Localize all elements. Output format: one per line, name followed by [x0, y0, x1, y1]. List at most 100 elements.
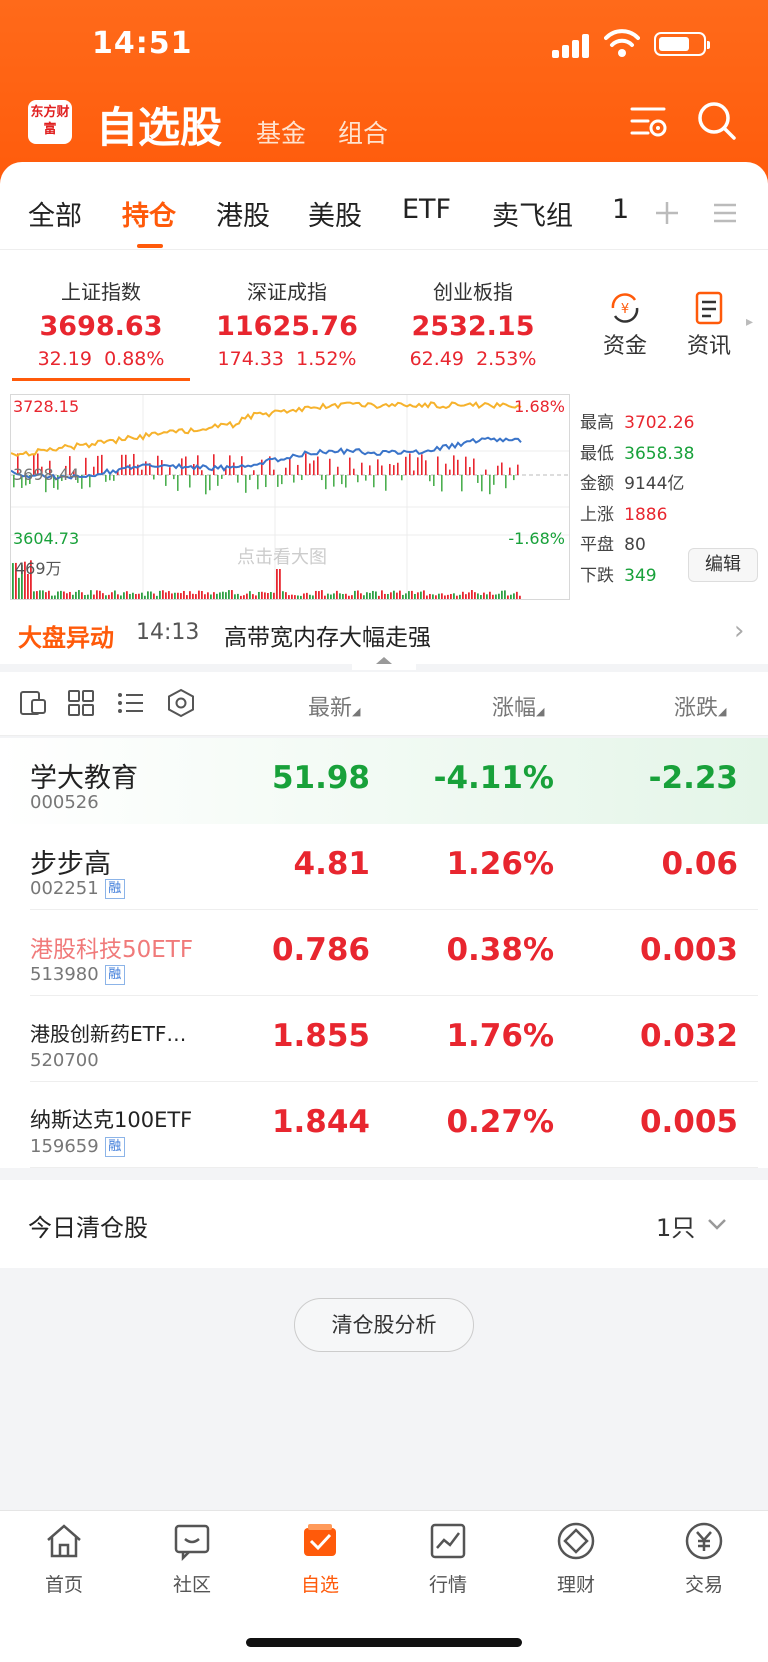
change-bar — [121, 454, 123, 475]
volume-bar — [423, 590, 425, 599]
index-pct: 1.52% — [296, 348, 357, 370]
volume-bar — [486, 594, 488, 599]
volume-bar — [306, 592, 308, 599]
volume-bar — [261, 591, 263, 599]
volume-bar — [444, 595, 446, 599]
nav-trade[interactable]: 交易 — [654, 1520, 754, 1597]
volume-bar — [195, 594, 197, 599]
settings-list-icon[interactable] — [630, 104, 668, 140]
diamond-icon — [557, 1522, 595, 1560]
nav-community[interactable]: 社区 — [142, 1520, 242, 1597]
change-bar — [441, 475, 443, 492]
edit-button[interactable]: 编辑 — [688, 548, 758, 582]
settings-hex-icon[interactable] — [166, 688, 196, 718]
change-bar — [85, 457, 87, 475]
index-value: 2532.15 — [411, 311, 535, 342]
tab-portfolio[interactable]: 组合 — [338, 114, 388, 150]
index-shanghai[interactable]: 上证指数 3698.63 32.19 0.88% — [16, 276, 196, 370]
change-bar — [217, 475, 219, 486]
change-bar — [405, 456, 407, 475]
volume-bar — [333, 593, 335, 599]
volume-bar — [477, 593, 479, 599]
tab-sold-group[interactable]: 卖飞组 — [492, 194, 573, 233]
volume-bar — [381, 590, 383, 599]
change-bar — [305, 453, 307, 475]
tab-menu-icon[interactable] — [712, 202, 738, 224]
stat-amount: 金额 9144亿 — [580, 474, 685, 494]
col-pct[interactable]: 涨幅◢ — [492, 690, 544, 722]
grid-view-icon[interactable] — [66, 688, 96, 718]
page-title: 自选股 — [96, 103, 223, 152]
volume-bar — [351, 595, 353, 599]
stat-up: 上涨 1886 — [580, 504, 668, 525]
tab-us-stocks[interactable]: 美股 — [308, 194, 362, 233]
volume-bar — [438, 593, 440, 599]
news-button[interactable]: 资讯 — [674, 290, 744, 360]
volume-bar — [492, 594, 494, 599]
change-bar — [277, 475, 279, 487]
funds-button[interactable]: ¥ 资金 — [590, 290, 660, 360]
nav-watchlist[interactable]: 自选 — [270, 1520, 370, 1597]
stock-pct: 1.76% — [446, 1018, 554, 1054]
stock-pct: 0.27% — [446, 1104, 554, 1140]
tab-hk-stocks[interactable]: 港股 — [216, 194, 270, 233]
change-bar — [89, 475, 91, 488]
change-bar — [417, 457, 419, 475]
card-view-icon[interactable] — [18, 688, 48, 718]
stock-row[interactable]: 港股创新药ETF… 520700 1.855 1.76% 0.032 — [0, 996, 768, 1082]
funds-label: 资金 — [602, 334, 647, 359]
battery-icon — [654, 32, 710, 56]
add-tab-icon[interactable] — [654, 200, 680, 226]
volume-bar — [363, 595, 365, 599]
volume-bar — [207, 592, 209, 599]
collapse-toggle[interactable] — [352, 650, 416, 670]
nav-market[interactable]: 行情 — [398, 1520, 498, 1597]
change-bar — [465, 456, 467, 475]
stock-row[interactable]: 纳斯达克100ETF 159659 融 1.844 0.27% 0.005 — [0, 1082, 768, 1168]
volume-bar — [435, 595, 437, 599]
list-view-icon[interactable] — [116, 688, 146, 718]
col-latest[interactable]: 最新◢ — [308, 690, 360, 722]
nav-home[interactable]: 首页 — [14, 1520, 114, 1597]
search-icon[interactable] — [696, 100, 738, 142]
change-bar — [129, 464, 131, 475]
index-chinext[interactable]: 创业板指 2532.15 62.49 2.53% — [388, 276, 568, 370]
tab-funds[interactable]: 基金 — [256, 114, 306, 150]
clearance-analysis-button[interactable]: 清仓股分析 — [294, 1298, 474, 1352]
volume-bar — [12, 563, 14, 599]
volume-bar — [78, 590, 80, 599]
change-bar — [485, 469, 487, 475]
stock-row[interactable]: 学大教育 000526 51.98 -4.11% -2.23 — [0, 738, 768, 824]
volume-bar — [252, 594, 254, 599]
col-change[interactable]: 涨跌◢ — [674, 690, 726, 722]
tab-1[interactable]: 1 — [612, 194, 629, 225]
change-bar — [105, 475, 107, 482]
index-line-yellow — [11, 401, 522, 457]
volume-bar — [192, 593, 194, 599]
clearance-row[interactable]: 今日清仓股 1只 — [0, 1180, 768, 1268]
volume-bar — [459, 594, 461, 599]
change-bar — [113, 475, 115, 481]
index-shenzhen[interactable]: 深证成指 11625.76 174.33 1.52% — [202, 276, 382, 370]
more-arrow-icon[interactable]: ▸ — [746, 314, 753, 330]
stock-row[interactable]: 步步高 002251 融 4.81 1.26% 0.06 — [0, 824, 768, 910]
volume-bar — [417, 592, 419, 599]
tab-etf[interactable]: ETF — [402, 194, 451, 225]
nav-wealth[interactable]: 理财 — [526, 1520, 626, 1597]
stock-name: 纳斯达克100ETF — [30, 1108, 193, 1132]
volume-bar — [57, 591, 59, 599]
change-bar — [385, 475, 387, 491]
tab-holdings[interactable]: 持仓 — [122, 194, 176, 233]
stock-row[interactable]: 港股科技50ETF 513980 融 0.786 0.38% 0.003 — [0, 910, 768, 996]
change-bar — [437, 456, 439, 475]
category-tab-bar — [0, 162, 768, 250]
volume-bar — [456, 595, 458, 599]
change-bar — [97, 455, 99, 475]
stock-code: 159659 — [30, 1136, 99, 1157]
app-logo[interactable]: 东方财富 — [28, 100, 72, 144]
change-bar — [513, 475, 515, 481]
change-bar — [233, 462, 235, 475]
volume-bar — [420, 591, 422, 599]
intraday-chart[interactable]: 3728.15 3698.44 3604.73 1.68% -1.68% 469… — [10, 394, 570, 600]
tab-all[interactable]: 全部 — [28, 194, 82, 233]
